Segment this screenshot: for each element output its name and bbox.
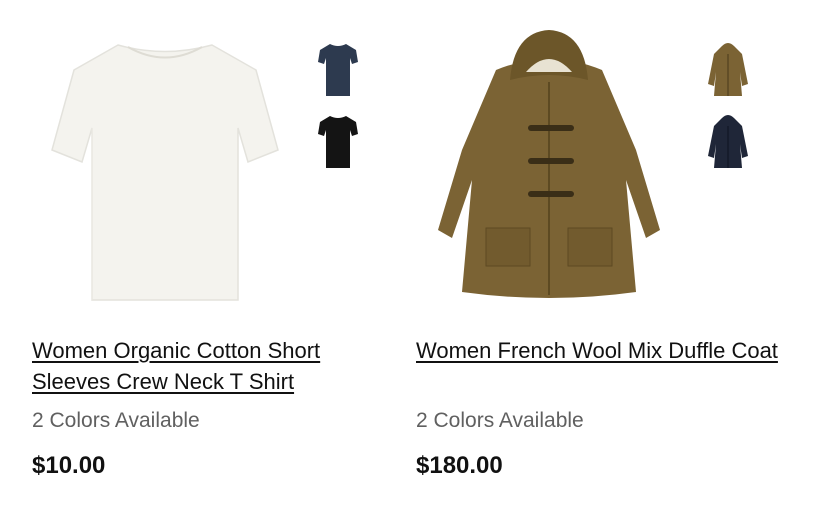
product-title-link[interactable]: Women Organic Cotton Short Sleeves Crew … — [32, 335, 397, 397]
navy-tshirt-swatch[interactable] — [316, 40, 360, 100]
product-card: Women Organic Cotton Short Sleeves Crew … — [30, 0, 400, 510]
product-price: $180.00 — [416, 452, 503, 479]
navy-coat-swatch[interactable] — [706, 112, 750, 172]
product-title-link[interactable]: Women French Wool Mix Duffle Coat — [416, 335, 781, 366]
color-swatches — [706, 40, 750, 172]
product-grid: Women Organic Cotton Short Sleeves Crew … — [0, 0, 813, 510]
brown-coat-swatch[interactable] — [706, 40, 750, 100]
product-image-tshirt[interactable] — [30, 0, 300, 320]
colors-available-text: 2 Colors Available — [416, 409, 584, 432]
product-image-duffle-coat[interactable] — [414, 0, 684, 320]
colors-available-text: 2 Colors Available — [32, 409, 200, 432]
product-price: $10.00 — [32, 452, 106, 479]
black-tshirt-swatch[interactable] — [316, 112, 360, 172]
color-swatches — [316, 40, 360, 172]
product-card: Women French Wool Mix Duffle Coat 2 Colo… — [414, 0, 784, 510]
